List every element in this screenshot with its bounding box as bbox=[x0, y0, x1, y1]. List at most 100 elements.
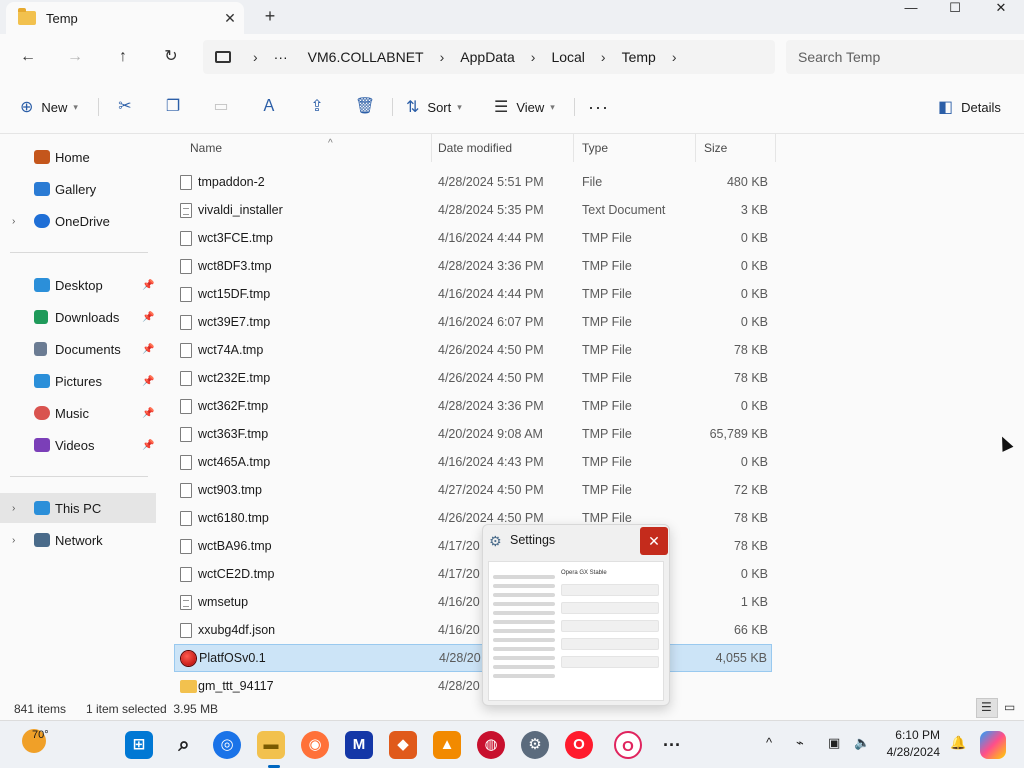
start-button[interactable]: ⊞ bbox=[125, 731, 153, 759]
sidebar-item-documents[interactable]: Documents 📌 bbox=[0, 334, 156, 364]
view-button[interactable]: ☰ View ▾ bbox=[494, 94, 555, 120]
file-row[interactable]: wct3FCE.tmp 4/16/2024 4:44 PM TMP File 0 KB bbox=[174, 224, 772, 252]
taskbar-overflow-button[interactable]: ··· bbox=[658, 731, 686, 759]
sidebar-item-home[interactable]: Home bbox=[0, 142, 156, 172]
display-icon[interactable]: ▣ bbox=[828, 735, 840, 751]
search-box[interactable] bbox=[786, 40, 1024, 74]
minimize-button[interactable]: — bbox=[888, 0, 934, 18]
taskbar-settings[interactable]: ⚙ bbox=[521, 731, 549, 759]
expand-chevron-icon[interactable]: › bbox=[12, 535, 15, 546]
tab-close-button[interactable]: ✕ bbox=[216, 10, 244, 27]
expand-chevron-icon[interactable]: › bbox=[12, 216, 15, 227]
tiles-view-toggle[interactable]: ▭ bbox=[999, 698, 1021, 718]
expand-chevron-icon[interactable]: › bbox=[12, 503, 15, 514]
column-header-size[interactable]: Size bbox=[696, 134, 776, 162]
up-button[interactable]: ↑ bbox=[109, 45, 137, 69]
sidebar-item-downloads[interactable]: Downloads 📌 bbox=[0, 302, 156, 332]
close-window-button[interactable]: ✕ bbox=[978, 0, 1024, 18]
pin-icon[interactable]: 📌 bbox=[142, 312, 154, 323]
file-row[interactable]: wctBA96.tmp 4/17/20 78 KB bbox=[174, 532, 772, 560]
file-row[interactable]: vivaldi_installer 4/28/2024 5:35 PM Text D… bbox=[174, 196, 772, 224]
column-header-type[interactable]: Type bbox=[574, 134, 696, 162]
tab-temp[interactable]: Temp ✕ bbox=[6, 2, 244, 34]
sidebar-item-onedrive[interactable]: › OneDrive bbox=[0, 206, 156, 236]
file-row[interactable]: wct232E.tmp 4/26/2024 4:50 PM TMP File 78 K… bbox=[174, 364, 772, 392]
delete-button[interactable]: 🗑 bbox=[350, 94, 380, 120]
sidebar-item-pictures[interactable]: Pictures 📌 bbox=[0, 366, 156, 396]
details-button[interactable]: ◧ Details bbox=[938, 94, 1001, 120]
file-row[interactable]: wct903.tmp 4/27/2024 4:50 PM TMP File 72 KB bbox=[174, 476, 772, 504]
copy-button[interactable]: ❐ bbox=[158, 94, 188, 120]
pin-icon[interactable]: 📌 bbox=[142, 408, 154, 419]
file-row[interactable]: wct74A.tmp 4/26/2024 4:50 PM TMP File 78 KB bbox=[174, 336, 772, 364]
rename-button[interactable]: Ａ bbox=[254, 94, 284, 120]
pin-icon[interactable]: 📌 bbox=[142, 344, 154, 355]
taskbar-firefox[interactable]: ◉ bbox=[301, 731, 329, 759]
file-row[interactable]: wct363F.tmp 4/20/2024 9:08 AM TMP File 65,7… bbox=[174, 420, 772, 448]
volume-icon[interactable]: 🔈 bbox=[854, 735, 870, 751]
search-input[interactable] bbox=[798, 49, 998, 65]
pin-icon[interactable]: 📌 bbox=[142, 280, 154, 291]
share-button[interactable]: ⇪ bbox=[302, 94, 332, 120]
new-tab-button[interactable]: + bbox=[258, 4, 282, 28]
file-row[interactable]: wct8DF3.tmp 4/28/2024 3:36 PM TMP File 0 KB bbox=[174, 252, 772, 280]
new-button[interactable]: ⊕ New ▾ bbox=[20, 94, 78, 120]
taskbar-opera[interactable]: O bbox=[565, 731, 593, 759]
paste-button[interactable]: ▭ bbox=[206, 94, 236, 120]
breadcrumb-temp[interactable]: Temp bbox=[622, 49, 656, 65]
network-status-icon[interactable]: ⌁ bbox=[796, 735, 804, 751]
taskbar-vlc[interactable]: ▲ bbox=[433, 731, 461, 759]
address-bar[interactable]: › ··· VM6.COLLABNET › AppData › Local › … bbox=[203, 40, 775, 74]
forward-button[interactable]: → bbox=[61, 45, 89, 69]
refresh-button[interactable]: ↻ bbox=[157, 45, 185, 69]
copilot-button[interactable] bbox=[980, 731, 1006, 759]
back-button[interactable]: ← bbox=[14, 45, 42, 69]
breadcrumb-local[interactable]: Local bbox=[551, 49, 584, 65]
pin-icon[interactable]: 📌 bbox=[142, 440, 154, 451]
column-header-date[interactable]: Date modified bbox=[430, 134, 574, 162]
chevron-right-icon[interactable]: › bbox=[531, 49, 536, 65]
file-row[interactable]: xxubg4df.json 4/16/20 66 KB bbox=[174, 616, 772, 644]
breadcrumb-overflow[interactable]: ··· bbox=[274, 49, 288, 65]
chevron-right-icon[interactable]: › bbox=[601, 49, 606, 65]
breadcrumb-appdata[interactable]: AppData bbox=[460, 49, 514, 65]
taskbar-file-explorer[interactable]: ▬ bbox=[257, 731, 285, 759]
taskbar-chrome[interactable]: ◎ bbox=[213, 731, 241, 759]
taskbar-app-red[interactable]: ◍ bbox=[477, 731, 505, 759]
chevron-right-icon[interactable]: › bbox=[440, 49, 445, 65]
file-row[interactable]: wct15DF.tmp 4/16/2024 4:44 PM TMP File 0 KB bbox=[174, 280, 772, 308]
file-row[interactable]: wct6180.tmp 4/26/2024 4:50 PM TMP File 78 K… bbox=[174, 504, 772, 532]
preview-thumbnail[interactable]: Opera GX Stable bbox=[488, 561, 664, 701]
breadcrumb-vm6[interactable]: VM6.COLLABNET bbox=[308, 49, 424, 65]
file-row[interactable]: wct465A.tmp 4/16/2024 4:43 PM TMP File 0 KB bbox=[174, 448, 772, 476]
taskbar-app[interactable]: ◆ bbox=[389, 731, 417, 759]
notification-bell-icon[interactable]: 🔔 bbox=[950, 735, 966, 751]
details-view-toggle[interactable]: ☰ bbox=[976, 698, 998, 718]
more-options-button[interactable]: ··· bbox=[588, 94, 609, 120]
pin-icon[interactable]: 📌 bbox=[142, 376, 154, 387]
file-row[interactable]: wct39E7.tmp 4/16/2024 6:07 PM TMP File 0 KB bbox=[174, 308, 772, 336]
sidebar-item-music[interactable]: Music 📌 bbox=[0, 398, 156, 428]
column-header-name[interactable]: Name ^ bbox=[182, 134, 432, 162]
file-row[interactable]: PlatfOSv0.1 4/28/20 4,055 KB bbox=[174, 644, 772, 672]
file-row[interactable]: gm_ttt_94117 4/28/20 bbox=[174, 672, 772, 698]
preview-close-button[interactable]: ✕ bbox=[640, 527, 668, 555]
taskbar-preview-settings[interactable]: ⚙ Settings ✕ Opera GX Stable bbox=[482, 524, 670, 706]
sidebar-item-gallery[interactable]: Gallery bbox=[0, 174, 156, 204]
search-button[interactable]: ⌕ bbox=[170, 731, 198, 759]
file-row[interactable]: wmsetup 4/16/20 1 KB bbox=[174, 588, 772, 616]
chevron-right-icon[interactable]: › bbox=[672, 49, 677, 65]
taskbar-opera-gx[interactable]: O bbox=[614, 731, 642, 759]
sort-button[interactable]: ⇅ Sort ▾ bbox=[406, 94, 462, 120]
cut-button[interactable]: ✂ bbox=[110, 94, 140, 120]
sidebar-item-network[interactable]: › Network bbox=[0, 525, 156, 555]
sidebar-item-this-pc[interactable]: › This PC bbox=[0, 493, 156, 523]
file-row[interactable]: wct362F.tmp 4/28/2024 3:36 PM TMP File 0 KB bbox=[174, 392, 772, 420]
sidebar-item-videos[interactable]: Videos 📌 bbox=[0, 430, 156, 460]
maximize-button[interactable]: ☐ bbox=[932, 0, 978, 18]
sidebar-item-desktop[interactable]: Desktop 📌 bbox=[0, 270, 156, 300]
file-row[interactable]: wctCE2D.tmp 4/17/20 0 KB bbox=[174, 560, 772, 588]
file-row[interactable]: tmpaddon-2 4/28/2024 5:51 PM File 480 KB bbox=[174, 168, 772, 196]
taskbar-malwarebytes[interactable]: M bbox=[345, 731, 373, 759]
clock[interactable]: 6:10 PM 4/28/2024 bbox=[880, 727, 940, 761]
